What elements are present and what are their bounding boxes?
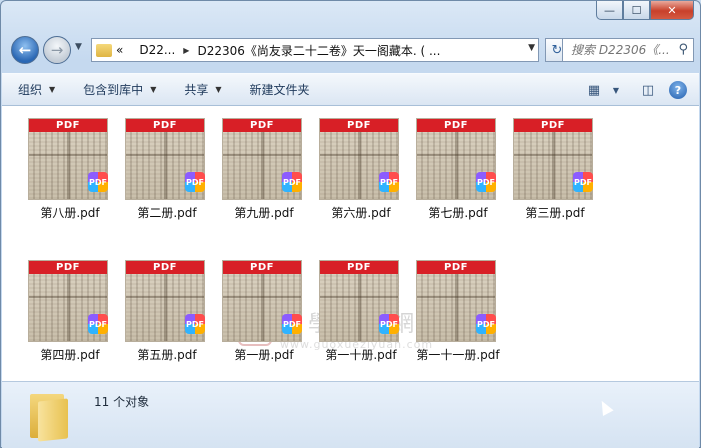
include-in-library-label: 包含到库中: [83, 83, 144, 97]
help-icon[interactable]: ?: [669, 81, 687, 99]
preview-pane-icon[interactable]: ◫: [637, 80, 659, 100]
pdf-app-icon: PDF: [379, 314, 399, 334]
forward-arrow-icon[interactable]: →: [43, 36, 71, 64]
toolbar-right: ▦ ▼ ◫ ?: [573, 80, 687, 100]
pdf-app-icon: PDF: [185, 172, 205, 192]
search-box[interactable]: ⚲: [562, 38, 694, 62]
pdf-app-icon: PDF: [476, 314, 496, 334]
view-options-icon[interactable]: ▦: [583, 80, 605, 100]
file-item[interactable]: PDF PDF 第八册.pdf: [18, 110, 114, 238]
file-item[interactable]: PDF PDF 第一十册.pdf: [309, 252, 405, 380]
pdf-thumbnail-label: PDF: [29, 261, 107, 274]
chevron-down-icon: ▼: [150, 85, 157, 94]
pdf-thumbnail-label: PDF: [126, 119, 204, 132]
file-item[interactable]: PDF PDF 第七册.pdf: [406, 110, 502, 238]
view-dropdown-icon[interactable]: ▼: [605, 80, 627, 100]
file-list: 国 國學資源網 www.guoxueziyuan.com PDFPDF第八册.p…: [2, 106, 699, 381]
command-toolbar: 组织 ▼ 包含到库中 ▼ 共享 ▼ 新建文件夹 ▦ ▼ ◫ ?: [2, 73, 699, 106]
navigation-bar: ← → ▼ « D22... ▶ D22306《尚友录二十二卷》天一阁藏本. (…: [9, 34, 694, 68]
file-name: 第七册.pdf: [428, 206, 488, 220]
file-name: 第二册.pdf: [137, 206, 197, 220]
file-item[interactable]: PDF PDF 第四册.pdf: [18, 252, 114, 380]
pdf-thumbnail-label: PDF: [126, 261, 204, 274]
pdf-thumbnail-label: PDF: [417, 261, 495, 274]
organize-menu[interactable]: 组织 ▼: [18, 81, 55, 98]
file-name: 第九册.pdf: [234, 206, 294, 220]
file-name: 第一十一册.pdf: [416, 348, 500, 362]
new-folder-label: 新建文件夹: [249, 83, 310, 97]
pdf-thumbnail-label: PDF: [320, 119, 398, 132]
breadcrumb-current[interactable]: D22306《尚友录二十二卷》天一阁藏本. ( ...: [197, 42, 440, 59]
file-name: 第一册.pdf: [234, 348, 294, 362]
pdf-thumbnail-label: PDF: [514, 119, 592, 132]
file-item[interactable]: PDF PDF 第九册.pdf: [212, 110, 308, 238]
search-icon[interactable]: ⚲: [678, 42, 688, 57]
file-item[interactable]: PDF PDF 第一十一册.pdf: [406, 252, 502, 380]
pdf-app-icon: PDF: [282, 314, 302, 334]
file-name: 第一十册.pdf: [325, 348, 397, 362]
pdf-app-icon: PDF: [379, 172, 399, 192]
pdf-app-icon: PDF: [185, 314, 205, 334]
close-button[interactable]: ✕: [650, 1, 694, 20]
folder-icon: [96, 43, 112, 57]
file-item[interactable]: PDF PDF 第二册.pdf: [115, 110, 211, 238]
file-item[interactable]: PDF PDF 第一册.pdf: [212, 252, 308, 380]
chevron-down-icon: ▼: [49, 85, 56, 94]
include-in-library-menu[interactable]: 包含到库中 ▼: [83, 81, 156, 98]
explorer-window: — ☐ ✕ ← → ▼ « D22... ▶ D22306《尚友录二十二卷》天一…: [0, 0, 701, 448]
pdf-app-icon: PDF: [88, 172, 108, 192]
organize-label: 组织: [18, 83, 43, 97]
file-name: 第三册.pdf: [525, 206, 585, 220]
back-arrow-icon[interactable]: ←: [11, 36, 39, 64]
pdf-thumbnail-label: PDF: [29, 119, 107, 132]
item-count: 11 个对象: [94, 395, 150, 409]
file-item[interactable]: PDF PDF 第三册.pdf: [503, 110, 599, 238]
file-name: 第八册.pdf: [40, 206, 100, 220]
history-dropdown-icon[interactable]: ▼: [75, 42, 82, 52]
window-controls: — ☐ ✕: [596, 1, 694, 20]
address-bar[interactable]: « D22... ▶ D22306《尚友录二十二卷》天一阁藏本. ( ... ▼: [91, 38, 539, 62]
address-dropdown-icon[interactable]: ▼: [528, 43, 535, 53]
file-item[interactable]: PDF PDF 第五册.pdf: [115, 252, 211, 380]
breadcrumb-overflow[interactable]: «: [116, 43, 123, 57]
pdf-app-icon: PDF: [282, 172, 302, 192]
pdf-app-icon: PDF: [476, 172, 496, 192]
maximize-button[interactable]: ☐: [623, 1, 650, 20]
file-name: 第四册.pdf: [40, 348, 100, 362]
chevron-right-icon[interactable]: ▶: [183, 46, 189, 55]
file-item[interactable]: PDF PDF 第六册.pdf: [309, 110, 405, 238]
breadcrumb: « D22... ▶ D22306《尚友录二十二卷》天一阁藏本. ( ...: [116, 42, 440, 59]
breadcrumb-parent[interactable]: D22...: [139, 43, 175, 57]
minimize-button[interactable]: —: [596, 1, 623, 20]
details-pane: 11 个对象: [2, 381, 699, 448]
pdf-thumbnail-label: PDF: [223, 119, 301, 132]
search-input[interactable]: [571, 43, 671, 57]
chevron-down-icon: ▼: [215, 85, 222, 94]
share-menu[interactable]: 共享 ▼: [184, 81, 221, 98]
new-folder-button[interactable]: 新建文件夹: [250, 81, 310, 98]
pdf-thumbnail-label: PDF: [417, 119, 495, 132]
share-label: 共享: [184, 83, 209, 97]
pdf-app-icon: PDF: [573, 172, 593, 192]
pdf-thumbnail-label: PDF: [223, 261, 301, 274]
pdf-app-icon: PDF: [88, 314, 108, 334]
file-name: 第五册.pdf: [137, 348, 197, 362]
pdf-thumbnail-label: PDF: [320, 261, 398, 274]
folder-icon: [30, 390, 70, 442]
file-name: 第六册.pdf: [331, 206, 391, 220]
